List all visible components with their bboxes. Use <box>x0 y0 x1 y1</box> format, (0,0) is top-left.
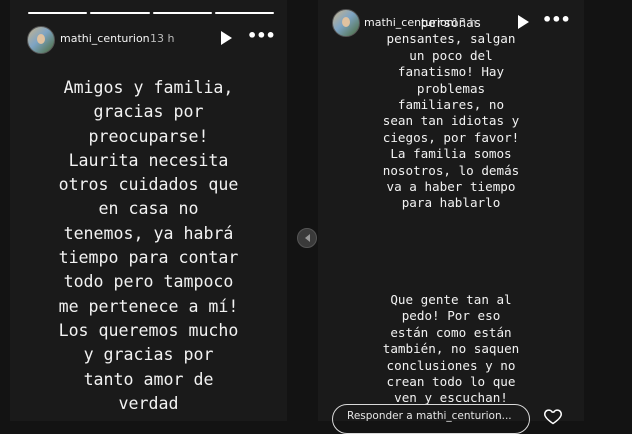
more-options-icon[interactable]: ••• <box>542 10 571 29</box>
story-text: Amigos y familia, gracias por preocupars… <box>58 78 239 413</box>
story-username[interactable]: mathi_centurion <box>364 16 454 29</box>
play-icon[interactable] <box>221 31 232 45</box>
play-icon[interactable] <box>518 15 529 29</box>
avatar[interactable] <box>332 9 360 37</box>
chevron-left-icon[interactable] <box>297 228 317 248</box>
more-options-icon[interactable]: ••• <box>247 26 276 45</box>
reply-placeholder: Responder a mathi_centurion... <box>347 410 512 422</box>
story-username[interactable]: mathi_centurion <box>60 32 150 45</box>
story-text-top: personas pensantes, salgan un poco del f… <box>382 15 520 211</box>
story-timestamp: 13 h <box>452 16 477 29</box>
story-progress-bar <box>28 12 274 14</box>
heart-icon[interactable] <box>543 406 563 426</box>
story-text-bottom: Que gente tan al pedo! Por eso están com… <box>382 292 520 406</box>
story-timestamp: 13 h <box>150 32 175 45</box>
story-card-left: mathi_centurion 13 h ••• Amigos y famili… <box>10 0 287 421</box>
story-card-right: personas pensantes, salgan un poco del f… <box>318 0 584 421</box>
avatar[interactable] <box>27 26 55 54</box>
